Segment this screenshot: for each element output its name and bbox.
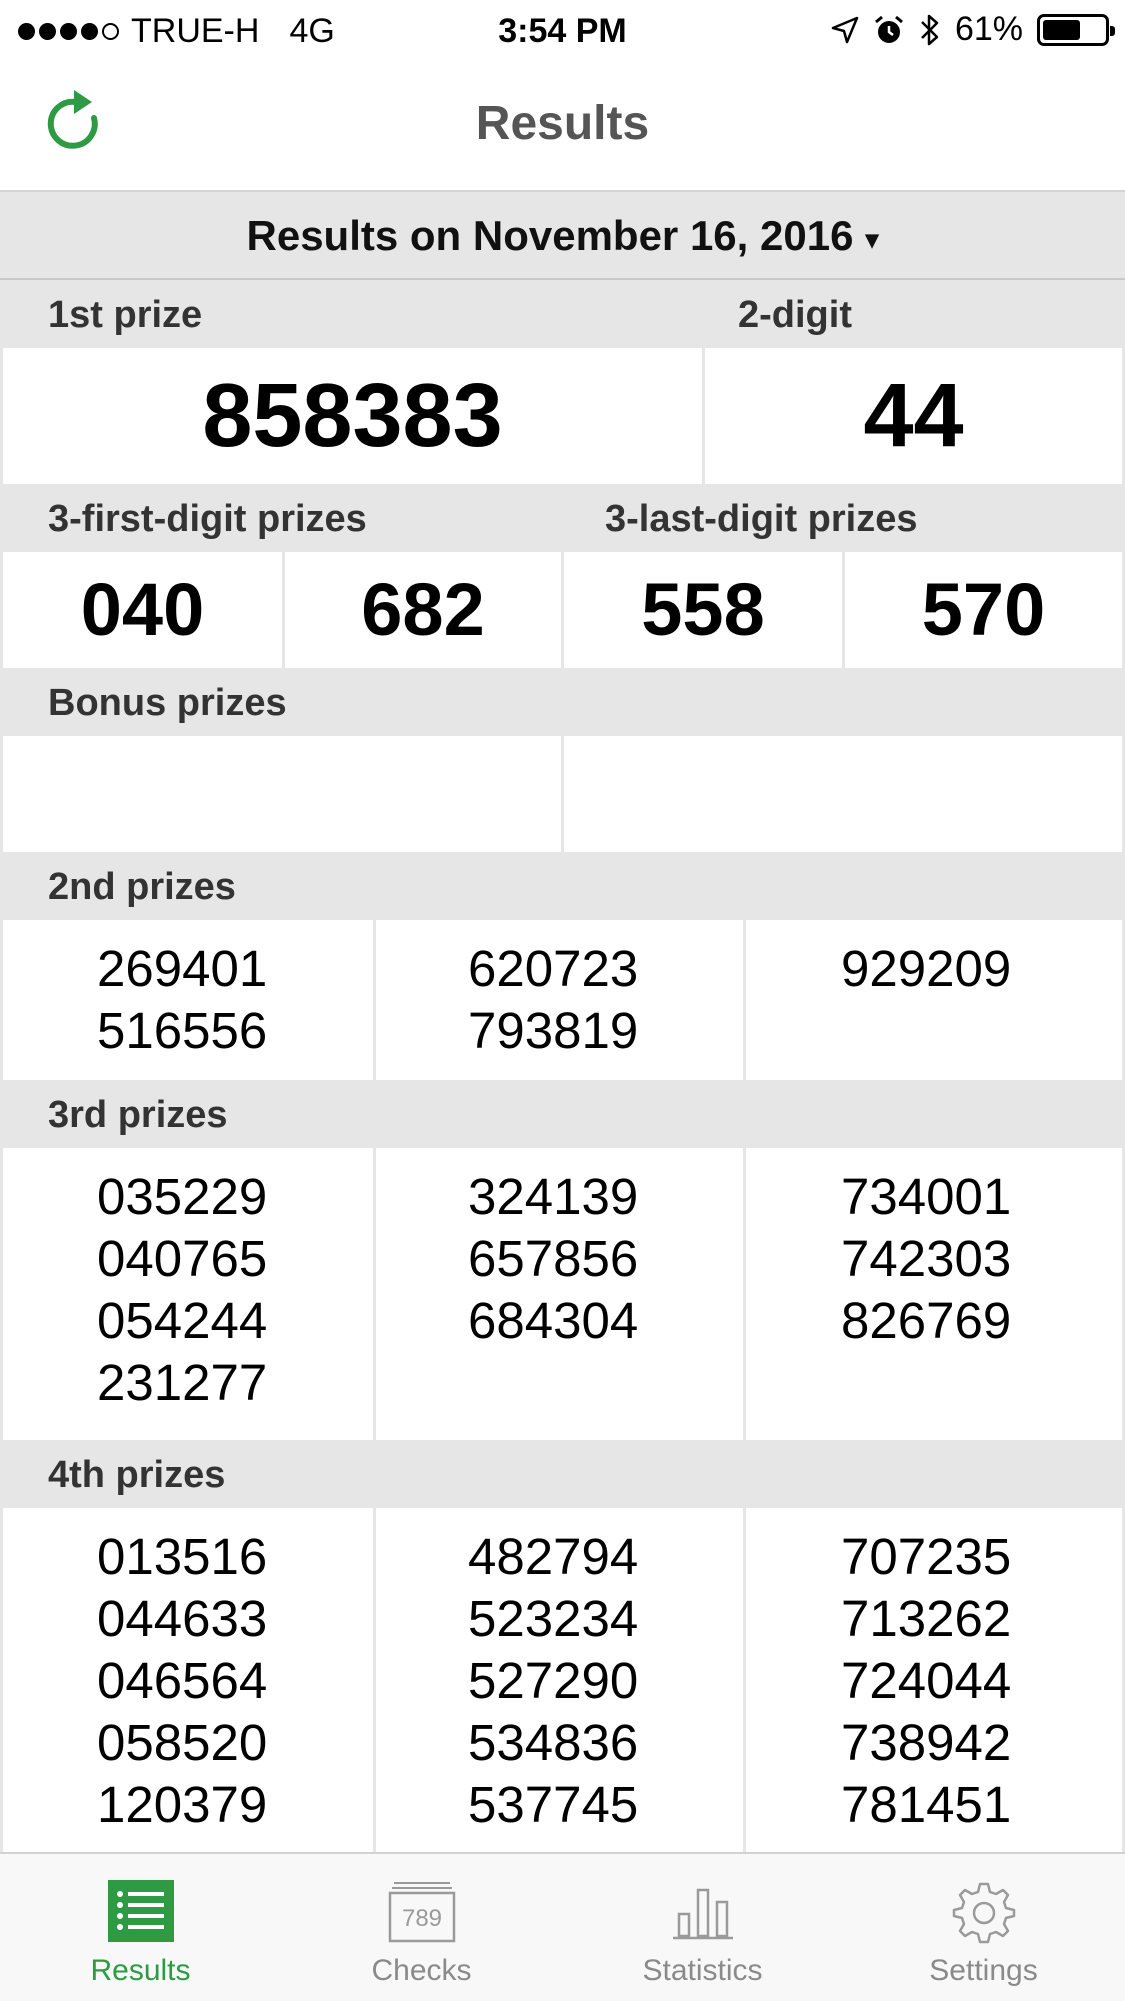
prize-number: 058520: [97, 1714, 268, 1771]
tab-checks[interactable]: 789 Checks: [281, 1854, 562, 2001]
prize-number: 742303: [841, 1230, 1012, 1287]
prize-number: 781451: [841, 1776, 1012, 1833]
ticket-icon: 789: [388, 1882, 455, 1943]
prize-number: 707235: [841, 1528, 1012, 1585]
bonus-cell: [3, 736, 561, 852]
prize-number: 527290: [468, 1652, 639, 1709]
prize-number: 734001: [841, 1168, 1012, 1225]
caret-down-icon: ▾: [865, 223, 879, 254]
prize-number: 657856: [468, 1230, 639, 1287]
three-first-label: 3-first-digit prizes: [48, 498, 367, 540]
three-first-number: 682: [285, 552, 561, 668]
bonus-prizes-label: Bonus prizes: [48, 682, 287, 724]
prize-number: 231277: [97, 1354, 268, 1411]
prize-number: 324139: [468, 1168, 639, 1225]
tab-label: Checks: [371, 1954, 472, 1987]
status-bar: TRUE-H 4G 3:54 PM 61%: [0, 0, 1125, 62]
list-icon: [107, 1880, 174, 1942]
prize-number: 044633: [97, 1590, 268, 1647]
fourth-prizes-column: 013516 044633 046564 058520 120379: [3, 1508, 373, 1852]
third-prizes-column: 734001 742303 826769: [746, 1148, 1122, 1440]
prize-number: 523234: [468, 1590, 639, 1647]
prize-number: 537745: [468, 1776, 639, 1833]
prize-number: 724044: [841, 1652, 1012, 1709]
prize-number: 620723: [468, 940, 639, 997]
prize-number: 035229: [97, 1168, 268, 1225]
bluetooth-icon: [921, 14, 939, 45]
prize-number: 482794: [468, 1528, 639, 1585]
fourth-prizes-column: 707235 713262 724044 738942 781451: [746, 1508, 1122, 1852]
prize-number: 534836: [468, 1714, 639, 1771]
tab-results[interactable]: Results: [0, 1854, 281, 2001]
battery-icon: [1037, 13, 1115, 46]
first-prize-number: 858383: [3, 348, 702, 484]
prize-number: 269401: [97, 940, 268, 997]
tab-label: Settings: [929, 1954, 1038, 1987]
three-first-number: 040: [3, 552, 282, 668]
prize-number: 046564: [97, 1652, 268, 1709]
bonus-cell: [564, 736, 1122, 852]
prize-number: 040765: [97, 1230, 268, 1287]
third-prizes-column: 324139 657856 684304: [376, 1148, 743, 1440]
second-prizes-column: 269401 516556: [3, 920, 373, 1080]
third-prizes-label: 3rd prizes: [48, 1094, 228, 1136]
three-last-number: 570: [845, 552, 1122, 668]
page-title: Results: [475, 97, 650, 150]
tab-label: Statistics: [642, 1954, 763, 1987]
prize-number: 793819: [468, 1002, 639, 1059]
two-digit-label: 2-digit: [738, 294, 852, 336]
prize-number: 738942: [841, 1714, 1012, 1771]
battery-percent: 61%: [954, 10, 1023, 48]
prize-number: 826769: [841, 1292, 1012, 1349]
prize-number: 713262: [841, 1590, 1012, 1647]
bar-chart-icon: [672, 1888, 733, 1940]
tab-bar: Results 789 Checks Statistics Settings: [0, 1852, 1125, 2001]
date-selector[interactable]: Results on November 16, 2016 ▾: [0, 192, 1125, 280]
prize-number: 013516: [97, 1528, 268, 1585]
three-last-number: 558: [564, 552, 842, 668]
status-right: 61%: [831, 10, 1115, 49]
tab-label: Results: [90, 1954, 191, 1987]
results-content[interactable]: 1st prize 2-digit 858383 44 3-first-digi…: [0, 280, 1125, 1852]
ticket-badge: 789: [401, 1905, 441, 1932]
fourth-prizes-label: 4th prizes: [48, 1454, 226, 1496]
prize-number: 054244: [97, 1292, 268, 1349]
tab-settings[interactable]: Settings: [843, 1854, 1124, 2001]
prize-number: 120379: [97, 1776, 268, 1833]
location-arrow-icon: [831, 16, 859, 43]
tab-statistics[interactable]: Statistics: [562, 1854, 843, 2001]
second-prizes-column: 929209: [746, 920, 1122, 1080]
two-digit-number: 44: [705, 348, 1122, 484]
third-prizes-column: 035229 040765 054244 231277: [3, 1148, 373, 1440]
gear-icon: [952, 1882, 1015, 1944]
first-prize-label: 1st prize: [48, 294, 203, 336]
prize-number: 929209: [841, 940, 1012, 997]
fourth-prizes-column: 482794 523234 527290 534836 537745: [376, 1508, 743, 1852]
battery-level: [1043, 19, 1080, 40]
three-last-label: 3-last-digit prizes: [605, 498, 918, 540]
prize-number: 684304: [468, 1292, 639, 1349]
second-prizes-label: 2nd prizes: [48, 866, 236, 908]
alarm-icon: [874, 15, 903, 43]
prize-number: 516556: [97, 1002, 268, 1059]
second-prizes-column: 620723 793819: [376, 920, 743, 1080]
navigation-bar: Results: [0, 62, 1125, 192]
date-label: Results on November 16, 2016: [246, 212, 854, 259]
